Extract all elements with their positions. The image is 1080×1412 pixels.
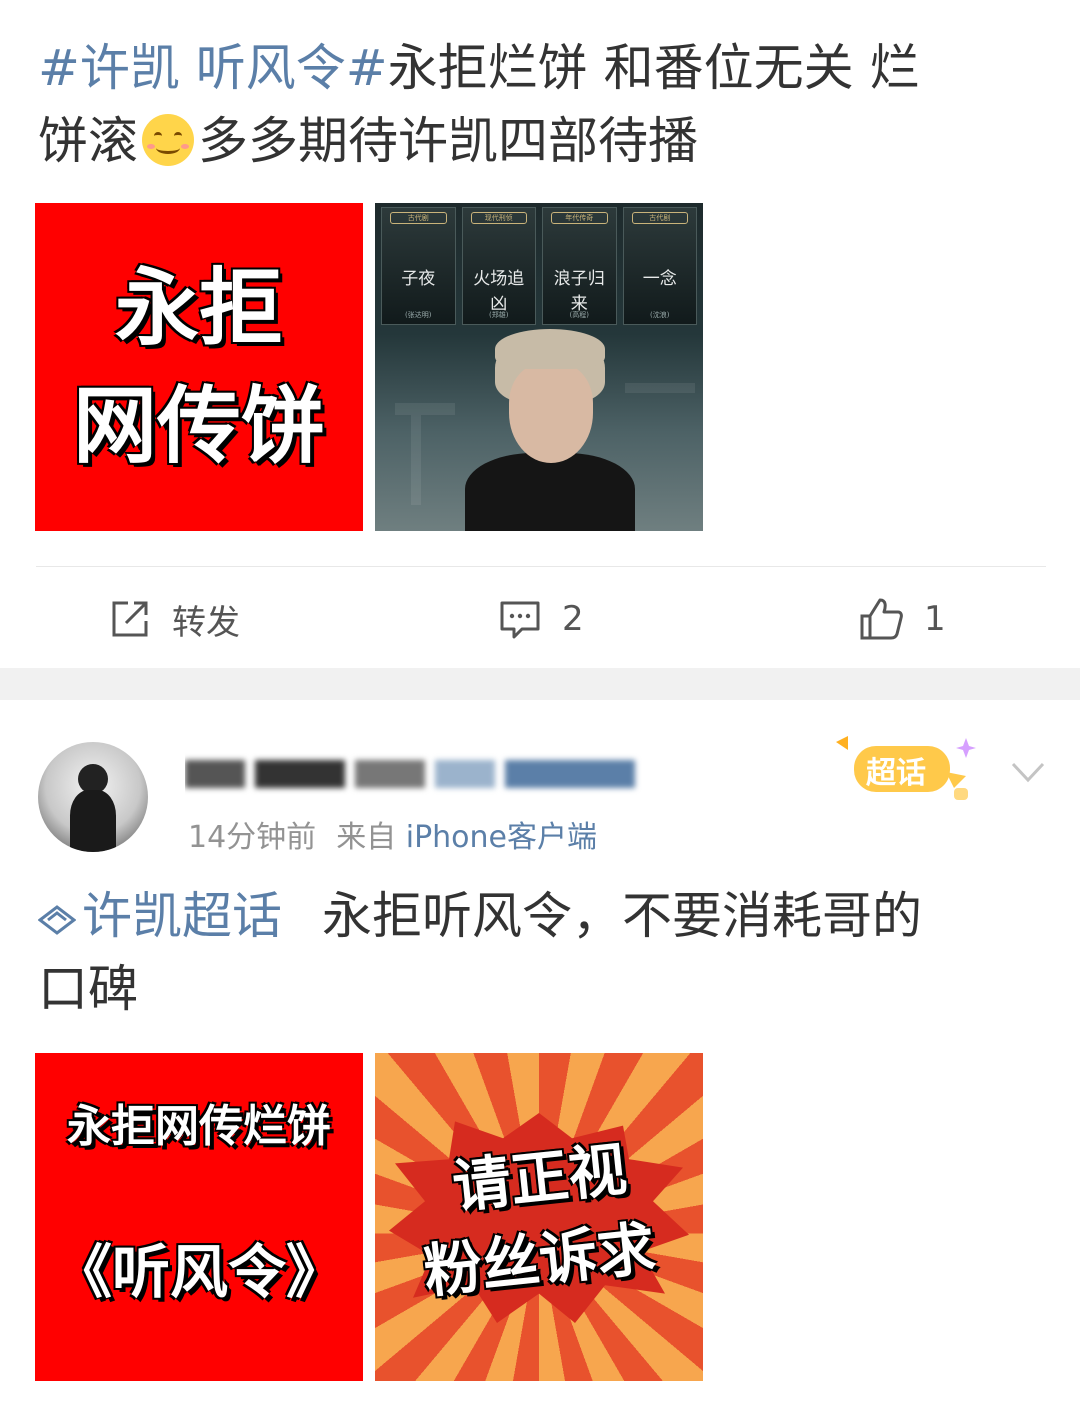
drama-poster: 现代刑侦 火场追凶 (郑雄)	[461, 207, 536, 325]
chevron-down-icon[interactable]	[1010, 758, 1046, 786]
comment-count: 2	[562, 599, 584, 639]
image-text-line: 《听风令》	[53, 1238, 344, 1306]
source-prefix: 来自	[336, 820, 397, 855]
repost-icon	[112, 601, 148, 637]
repost-button[interactable]: 转发	[108, 567, 240, 671]
supertopic-link[interactable]: 许凯超话	[38, 887, 282, 945]
like-count: 1	[924, 599, 946, 639]
post-image-2[interactable]: 请正视 粉丝诉求	[375, 1053, 703, 1381]
supertopic-badge-label: 超话	[866, 756, 926, 791]
post-card-2: 14分钟前 来自 iPhone客户端 超话 许凯超话 永拒听风令，不要消耗哥的 口碑…	[0, 700, 1080, 1412]
actor-photo	[465, 329, 635, 531]
diamond-icon	[38, 905, 76, 935]
post-card-1: #许凯 听风令#永拒烂饼 和番位无关 烂 饼滚 多多期待许凯四部待播 永拒 网传饼…	[0, 0, 1080, 668]
image-text-line: 网传饼	[72, 377, 325, 475]
post-image-1[interactable]: 永拒 网传饼	[35, 203, 363, 531]
action-bar: 转发 2 1	[36, 566, 1046, 670]
drama-poster: 古代剧 一念 (沈浪)	[622, 207, 697, 325]
comment-button[interactable]: 2	[498, 567, 584, 671]
supertopic-label: 许凯超话	[82, 887, 282, 945]
image-text-line: 永拒	[114, 259, 283, 357]
drama-poster-row: 古代剧 子夜 (张达明) 现代刑侦 火场追凶 (郑雄) 年代传奇 浪子归来 (高程) 古代剧…	[381, 207, 697, 325]
comment-icon	[500, 601, 540, 639]
post-text-segment: 永拒听风令，不要消耗哥的	[322, 887, 922, 945]
post-body-text: 许凯超话 永拒听风令，不要消耗哥的 口碑	[38, 880, 1038, 1026]
post-body-text: #许凯 听风令#永拒烂饼 和番位无关 烂 饼滚 多多期待许凯四部待播	[38, 32, 1038, 178]
post-meta: 14分钟前 来自 iPhone客户端	[188, 812, 597, 856]
thumbs-up-icon	[860, 598, 903, 640]
username-redacted[interactable]	[185, 752, 655, 796]
post-text-segment: 口碑	[38, 960, 138, 1018]
hashtag-link[interactable]: #许凯 听风令#	[38, 39, 388, 97]
smiling-face-emoji-icon	[142, 114, 194, 166]
like-button[interactable]: 1	[858, 567, 946, 671]
post-text-segment: 多多期待许凯四部待播	[198, 112, 698, 170]
drama-poster: 年代传奇 浪子归来 (高程)	[542, 207, 617, 325]
avatar[interactable]	[38, 742, 148, 852]
post-image-2[interactable]: 古代剧 子夜 (张达明) 现代刑侦 火场追凶 (郑雄) 年代传奇 浪子归来 (高程) 古代剧…	[375, 203, 703, 531]
post-text-segment: 永拒烂饼 和番位无关 烂	[387, 39, 920, 97]
source-device-link[interactable]: iPhone客户端	[406, 820, 597, 855]
post-time: 14分钟前	[188, 820, 317, 855]
post-text-segment: 饼滚	[38, 112, 138, 170]
repost-label: 转发	[172, 602, 240, 643]
image-text-line: 永拒网传烂饼	[67, 1101, 331, 1152]
drama-poster: 古代剧 子夜 (张达明)	[381, 207, 456, 325]
supertopic-badge[interactable]: 超话	[826, 732, 976, 818]
feed-divider	[0, 668, 1080, 700]
post-image-1[interactable]: 永拒网传烂饼 《听风令》	[35, 1053, 363, 1381]
